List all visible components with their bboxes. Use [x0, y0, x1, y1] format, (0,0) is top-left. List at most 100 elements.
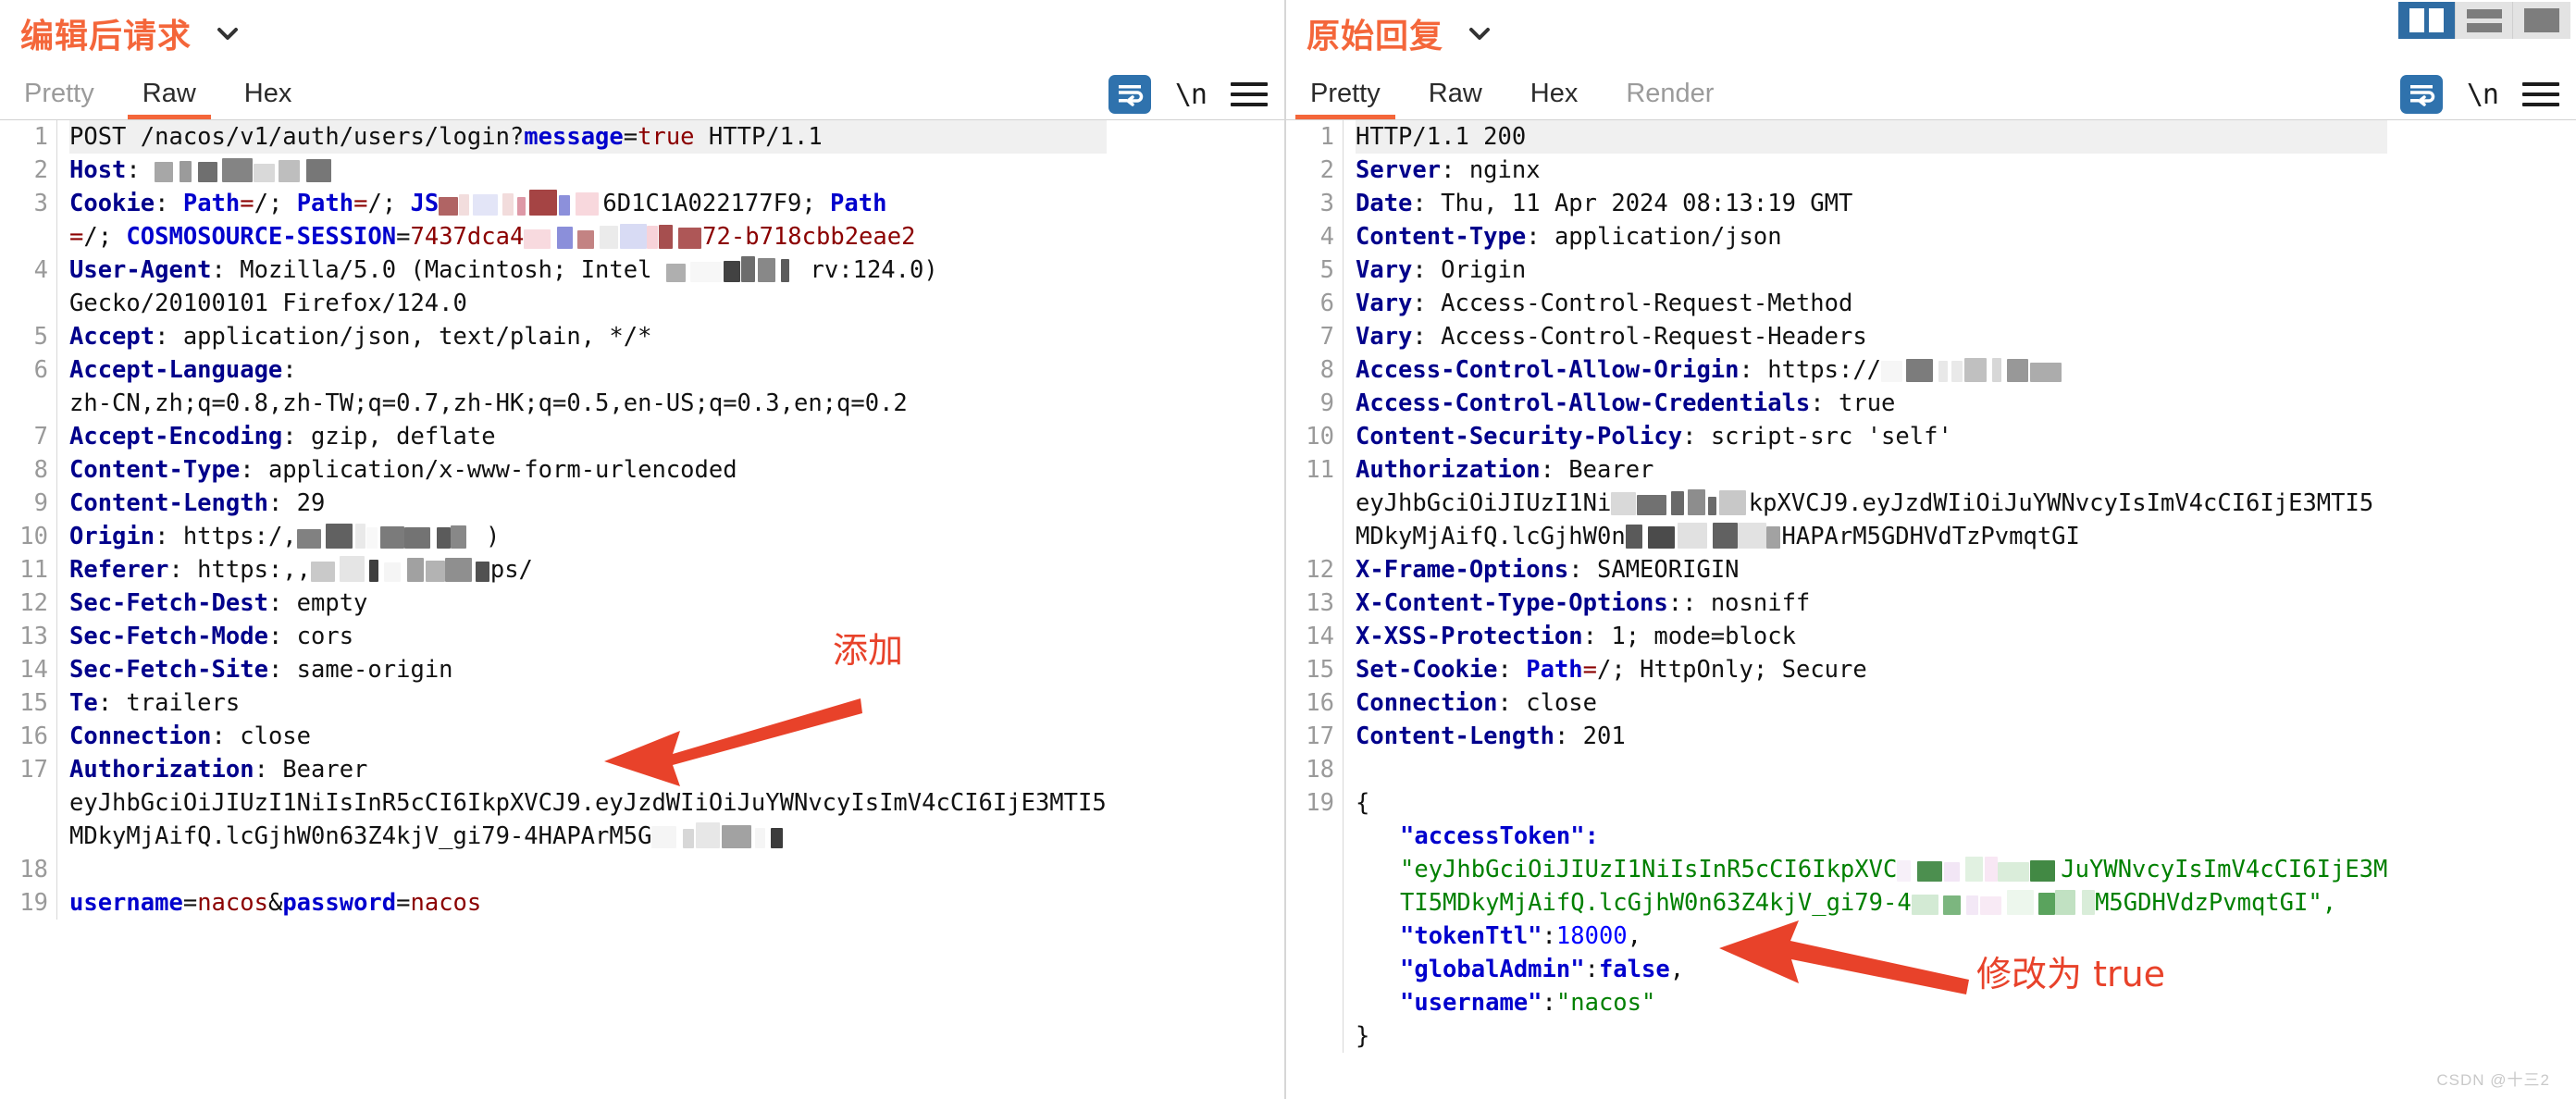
code-line[interactable]: username=nacos&password=nacos	[69, 886, 1107, 920]
code-token: : 1; mode=block	[1583, 623, 1796, 650]
line-number: 10	[1286, 420, 1334, 453]
code-line[interactable]: Accept-Encoding: gzip, deflate	[69, 420, 1107, 453]
code-token: Referer	[69, 556, 168, 584]
code-line[interactable]: }	[1356, 1019, 2387, 1053]
code-line[interactable]: Accept-Language:	[69, 353, 1107, 387]
code-line[interactable]: Authorization: Bearer	[1356, 453, 2387, 487]
code-line[interactable]: Connection: close	[1356, 686, 2387, 720]
code-line[interactable]: X-XSS-Protection: 1; mode=block	[1356, 620, 2387, 653]
code-line[interactable]: Access-Control-Allow-Credentials: true	[1356, 387, 2387, 420]
tab-hex[interactable]: Hex	[220, 79, 316, 119]
code-line[interactable]: Content-Security-Policy: script-src 'sel…	[1356, 420, 2387, 453]
code-line[interactable]: "eyJhbGciOiJIUzI1NiIsInR5cCI6IkpXVC JuYWN…	[1356, 853, 2387, 886]
code-line[interactable]: Vary: Origin	[1356, 253, 2387, 287]
tab-render[interactable]: Render	[1602, 79, 1738, 119]
code-token: Path	[830, 190, 886, 217]
code-token: :	[1585, 956, 1599, 983]
code-line[interactable]: Set-Cookie: Path=/; HttpOnly; Secure	[1356, 653, 2387, 686]
tab-pretty[interactable]: Pretty	[0, 79, 118, 119]
request-panel: 编辑后请求 Pretty Raw Hex \n 1 2 3 4 5 6 7 8 …	[0, 0, 1286, 1099]
code-line[interactable]: =/; COSMOSOURCE-SESSION=7437dca4 72-b718c…	[69, 220, 1107, 253]
layout-vertical-split-button[interactable]	[2398, 2, 2456, 39]
line-number	[1286, 1019, 1334, 1053]
annotation-modify-label: 修改为 true	[1976, 945, 2165, 996]
code-line[interactable]: Gecko/20100101 Firefox/124.0	[69, 287, 1107, 320]
code-token: :	[1542, 922, 1556, 950]
code-line[interactable]: HTTP/1.1 200	[1356, 120, 2387, 154]
horizontal-split-icon	[2467, 9, 2502, 32]
tab-raw[interactable]: Raw	[118, 79, 220, 119]
code-line[interactable]: Content-Length: 201	[1356, 720, 2387, 753]
code-line[interactable]: Accept: application/json, text/plain, */…	[69, 320, 1107, 353]
tab-hex[interactable]: Hex	[1506, 79, 1603, 119]
code-token: M5GDHVd	[2095, 889, 2194, 917]
code-line[interactable]: User-Agent: Mozilla/5.0 (Macintosh; Inte…	[69, 253, 1107, 287]
code-line[interactable]: POST /nacos/v1/auth/users/login?message=…	[69, 120, 1107, 154]
code-line[interactable]: zh-CN,zh;q=0.8,zh-TW;q=0.7,zh-HK;q=0.5,e…	[69, 387, 1107, 420]
line-number: 2	[1286, 154, 1334, 187]
code-token: 18000	[1556, 922, 1628, 950]
code-line[interactable]	[1356, 753, 2387, 786]
code-token: Authorization	[69, 756, 254, 784]
tab-raw[interactable]: Raw	[1405, 79, 1506, 119]
line-number	[1286, 853, 1334, 886]
code-line[interactable]	[69, 853, 1107, 886]
code-line[interactable]: Vary: Access-Control-Request-Method	[1356, 287, 2387, 320]
layout-horizontal-split-button[interactable]	[2456, 2, 2513, 39]
newline-toggle-icon[interactable]: \n	[1175, 79, 1207, 111]
code-token: Path	[1526, 656, 1582, 684]
layout-single-pane-button[interactable]	[2513, 2, 2570, 39]
code-line[interactable]: X-Content-Type-Options:: nosniff	[1356, 587, 2387, 620]
code-line[interactable]: Cookie: Path=/; Path=/; JS 6D1C1A022177F9…	[69, 187, 1107, 220]
chevron-down-icon[interactable]	[1464, 18, 1495, 49]
response-line-numbers: 1 2 3 4 5 6 7 8 9 10 11 12 13 14 15 16 17 18 19	[1286, 120, 1344, 1053]
code-line[interactable]: Origin: https:/, )	[69, 520, 1107, 553]
word-wrap-icon[interactable]	[2400, 75, 2443, 114]
code-line[interactable]: Sec-Fetch-Dest: empty	[69, 587, 1107, 620]
hamburger-menu-icon[interactable]	[1231, 82, 1268, 106]
code-line[interactable]: {	[1356, 786, 2387, 820]
code-line[interactable]: X-Frame-Options: SAMEORIGIN	[1356, 553, 2387, 587]
code-token: nacos	[411, 889, 482, 917]
code-token: Vary	[1356, 290, 1412, 317]
code-line[interactable]: Sec-Fetch-Mode: cors	[69, 620, 1107, 653]
code-token: : cors	[268, 623, 353, 650]
newline-toggle-icon[interactable]: \n	[2467, 79, 2498, 111]
code-line[interactable]: "accessToken":	[1356, 820, 2387, 853]
code-line[interactable]: Content-Length: 29	[69, 487, 1107, 520]
code-token: =	[396, 223, 410, 251]
code-line[interactable]: eyJhbGciOiJIUzI1Ni kpXVCJ9.eyJzdWIiOiJuYW…	[1356, 487, 2387, 520]
chevron-down-icon[interactable]	[212, 18, 243, 49]
response-panel: 原始回复 Pretty Raw Hex Render \n 1 2 3 4 5 …	[1286, 0, 2576, 1099]
code-line[interactable]: Vary: Access-Control-Request-Headers	[1356, 320, 2387, 353]
code-token: Access-Control-Allow-Credentials	[1356, 389, 1810, 417]
line-number: 19	[0, 886, 48, 920]
code-line[interactable]: Sec-Fetch-Site: same-origin	[69, 653, 1107, 686]
code-token: /;	[254, 190, 297, 217]
code-line[interactable]: Access-Control-Allow-Origin: https://	[1356, 353, 2387, 387]
tab-pretty[interactable]: Pretty	[1286, 79, 1405, 119]
code-line[interactable]: Server: nginx	[1356, 154, 2387, 187]
word-wrap-icon[interactable]	[1108, 75, 1151, 114]
code-line[interactable]: MDkyMjAifQ.lcGjhW0n63Z4kjV_gi79-4HAPArM5…	[69, 820, 1107, 853]
code-token: : empty	[268, 589, 367, 617]
code-line[interactable]: MDkyMjAifQ.lcGjhW0n HAPArM5GDHVdTzPvmqtGI	[1356, 520, 2387, 553]
line-number	[1286, 820, 1334, 853]
code-line[interactable]: Content-Type: application/x-www-form-url…	[69, 453, 1107, 487]
code-token: : application/x-www-form-urlencoded	[240, 456, 737, 484]
code-token: X-XSS-Protection	[1356, 623, 1583, 650]
code-line[interactable]: Referer: https:,, ps/	[69, 553, 1107, 587]
code-token: eyJhbGciOiJIUzI1Ni	[1356, 489, 1611, 517]
request-code[interactable]: POST /nacos/v1/auth/users/login?message=…	[57, 120, 1107, 920]
code-token: kpXVCJ9.eyJzdWIiOiJuYWNvcyIsImV4cCI6IjE3…	[1749, 489, 2374, 517]
line-number: 5	[0, 320, 48, 353]
line-number: 9	[0, 487, 48, 520]
code-token: : true	[1810, 389, 1895, 417]
code-line[interactable]: Host:	[69, 154, 1107, 187]
annotation-add-arrow	[588, 689, 865, 805]
hamburger-menu-icon[interactable]	[2522, 82, 2559, 106]
code-line[interactable]: Date: Thu, 11 Apr 2024 08:13:19 GMT	[1356, 187, 2387, 220]
code-line[interactable]: Content-Type: application/json	[1356, 220, 2387, 253]
code-token: Te	[69, 689, 98, 717]
code-token: Content-Length	[1356, 722, 1554, 750]
